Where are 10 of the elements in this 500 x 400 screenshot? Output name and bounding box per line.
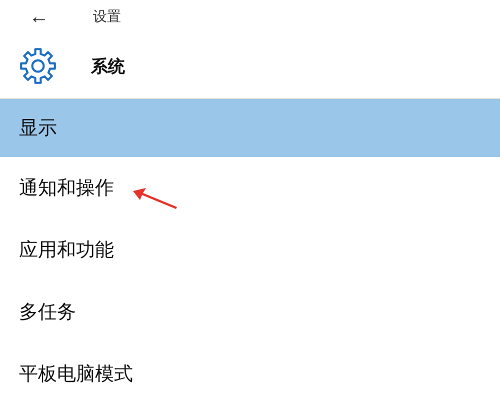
window-title: 设置 — [93, 8, 121, 26]
menu-item[interactable]: 应用和功能 — [0, 219, 500, 281]
section-title: 系统 — [91, 56, 125, 78]
gear-icon — [19, 47, 57, 85]
menu-item[interactable]: 多任务 — [0, 281, 500, 343]
menu-item[interactable]: 显示 — [0, 99, 500, 157]
menu-item[interactable]: 通知和操作 — [0, 157, 500, 219]
arrow-drawing — [132, 187, 178, 209]
back-button[interactable]: ← — [28, 6, 50, 28]
menu-item[interactable]: 平板电脑模式 — [0, 343, 500, 400]
